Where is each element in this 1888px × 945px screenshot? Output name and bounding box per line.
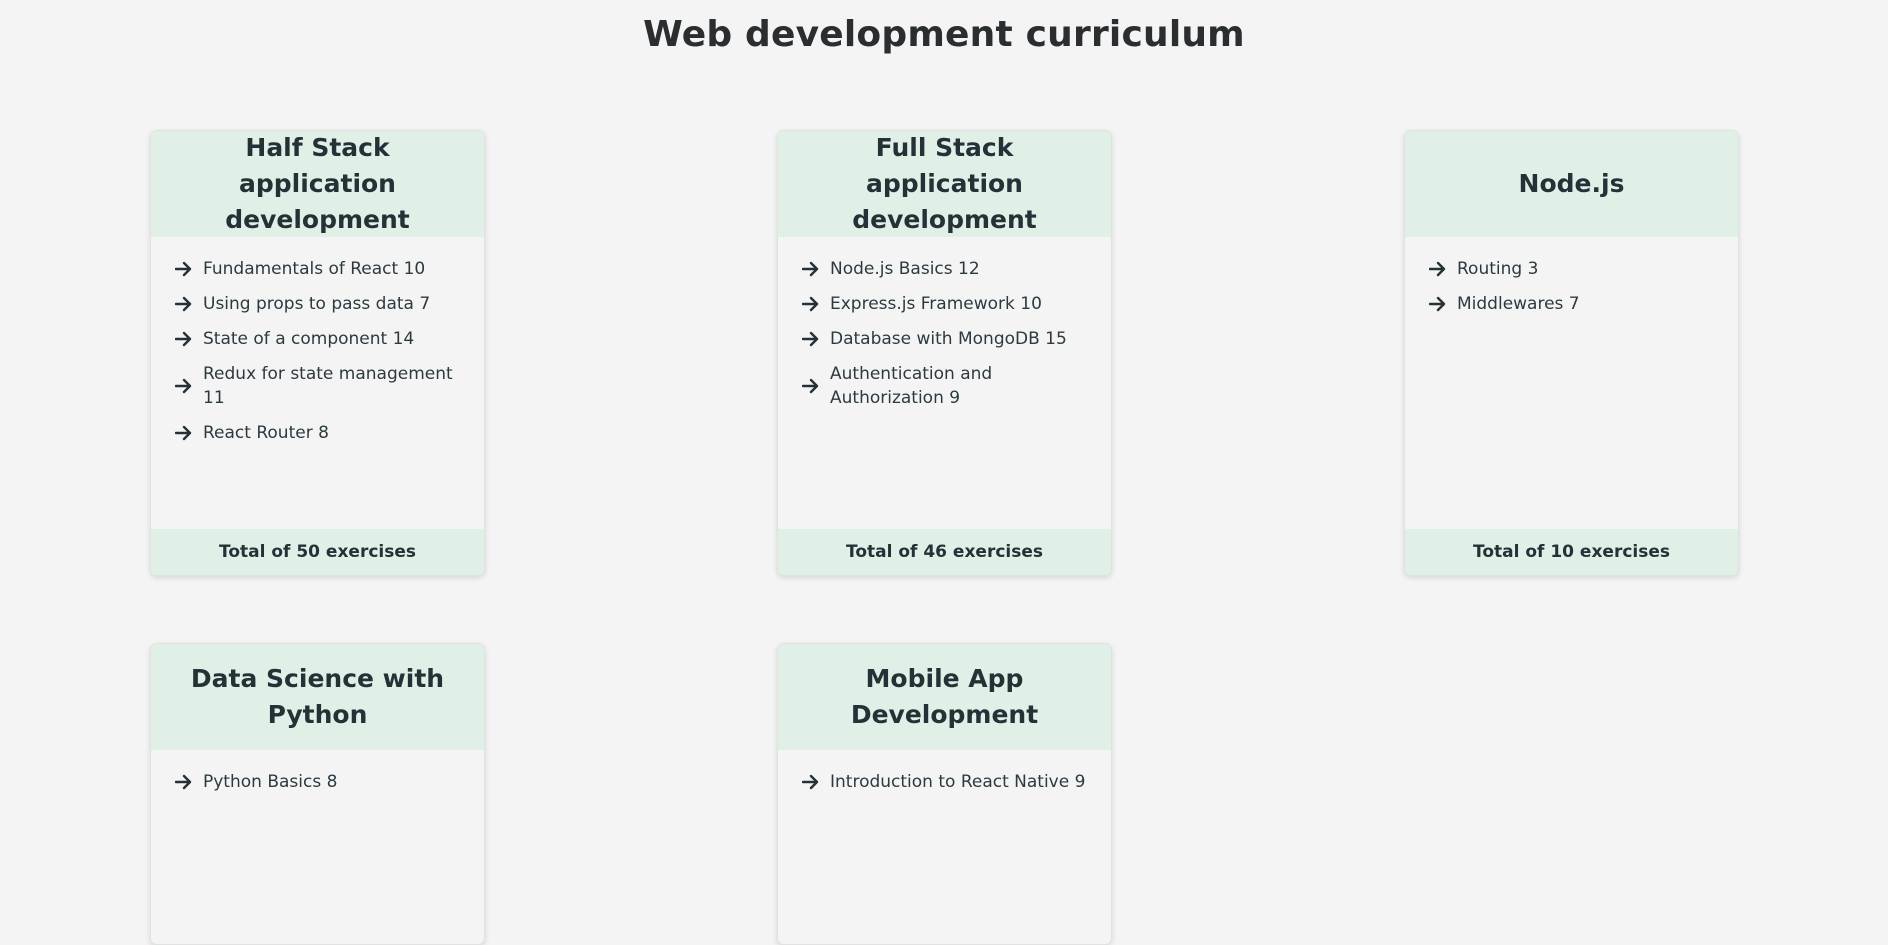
course-part-item: Node.js Basics 12 xyxy=(802,257,1089,281)
course-card-half-stack: Half Stack application development Funda… xyxy=(150,130,485,576)
course-card-header: Full Stack application development xyxy=(778,131,1111,237)
course-part-item: Routing 3 xyxy=(1429,257,1716,281)
course-card-mobile-app: Mobile App Development Introduction to R… xyxy=(777,643,1112,945)
course-parts-list: Routing 3 Middlewares 7 xyxy=(1405,237,1738,316)
page-title: Web development curriculum xyxy=(643,14,1245,55)
arrow-right-icon xyxy=(802,296,830,312)
arrow-right-icon xyxy=(175,261,203,277)
course-card-header: Data Science with Python xyxy=(151,644,484,750)
arrow-right-icon xyxy=(175,296,203,312)
course-part-item: State of a component 14 xyxy=(175,327,462,351)
course-part-item: Python Basics 8 xyxy=(175,770,462,794)
course-parts-list: Node.js Basics 12 Express.js Framework 1… xyxy=(778,237,1111,410)
course-title: Data Science with Python xyxy=(190,664,445,729)
course-part-label: Express.js Framework 10 xyxy=(830,294,1042,314)
course-total: Total of 50 exercises xyxy=(151,529,484,575)
course-part-item: Middlewares 7 xyxy=(1429,292,1716,316)
course-part-item: Authentication and Authorization 9 xyxy=(802,362,1089,410)
course-card-data-science: Data Science with Python Python Basics 8 xyxy=(150,643,485,945)
course-card-header: Mobile App Development xyxy=(778,644,1111,750)
course-part-label: React Router 8 xyxy=(203,423,329,443)
course-part-item: Fundamentals of React 10 xyxy=(175,257,462,281)
course-card-nodejs: Node.js Routing 3 Middlewares 7 Total of… xyxy=(1404,130,1739,576)
course-part-item: Express.js Framework 10 xyxy=(802,292,1089,316)
course-part-label: Using props to pass data 7 xyxy=(203,294,431,314)
arrow-right-icon xyxy=(1429,296,1457,312)
arrow-right-icon xyxy=(802,774,830,790)
arrow-right-icon xyxy=(175,774,203,790)
arrow-right-icon xyxy=(1429,261,1457,277)
course-part-label: Fundamentals of React 10 xyxy=(203,259,426,279)
course-part-item: Redux for state management 11 xyxy=(175,362,462,410)
course-part-item: Introduction to React Native 9 xyxy=(802,770,1089,794)
course-title: Node.js xyxy=(1518,169,1625,198)
arrow-right-icon xyxy=(802,261,830,277)
course-part-label: Middlewares 7 xyxy=(1457,294,1580,314)
course-card-full-stack: Full Stack application development Node.… xyxy=(777,130,1112,576)
course-part-item: React Router 8 xyxy=(175,421,462,445)
course-part-label: Python Basics 8 xyxy=(203,772,338,792)
course-title: Mobile App Development xyxy=(850,664,1039,729)
course-parts-list: Fundamentals of React 10 Using props to … xyxy=(151,237,484,445)
course-total: Total of 46 exercises xyxy=(778,529,1111,575)
course-title: Full Stack application development xyxy=(852,133,1037,234)
course-title: Half Stack application development xyxy=(225,133,410,234)
course-part-label: Introduction to React Native 9 xyxy=(830,772,1086,792)
arrow-right-icon xyxy=(802,331,830,347)
arrow-right-icon xyxy=(802,378,830,394)
course-part-label: Redux for state management 11 xyxy=(203,364,453,408)
course-parts-list: Python Basics 8 xyxy=(151,750,484,794)
course-part-label: Routing 3 xyxy=(1457,259,1539,279)
course-card-header: Half Stack application development xyxy=(151,131,484,237)
course-part-label: Authentication and Authorization 9 xyxy=(830,364,993,408)
course-part-item: Using props to pass data 7 xyxy=(175,292,462,316)
course-part-label: Database with MongoDB 15 xyxy=(830,329,1067,349)
course-part-label: Node.js Basics 12 xyxy=(830,259,980,279)
course-card-header: Node.js xyxy=(1405,131,1738,237)
arrow-right-icon xyxy=(175,378,203,394)
course-parts-list: Introduction to React Native 9 xyxy=(778,750,1111,794)
course-part-item: Database with MongoDB 15 xyxy=(802,327,1089,351)
course-part-label: State of a component 14 xyxy=(203,329,415,349)
arrow-right-icon xyxy=(175,425,203,441)
course-total: Total of 10 exercises xyxy=(1405,529,1738,575)
arrow-right-icon xyxy=(175,331,203,347)
